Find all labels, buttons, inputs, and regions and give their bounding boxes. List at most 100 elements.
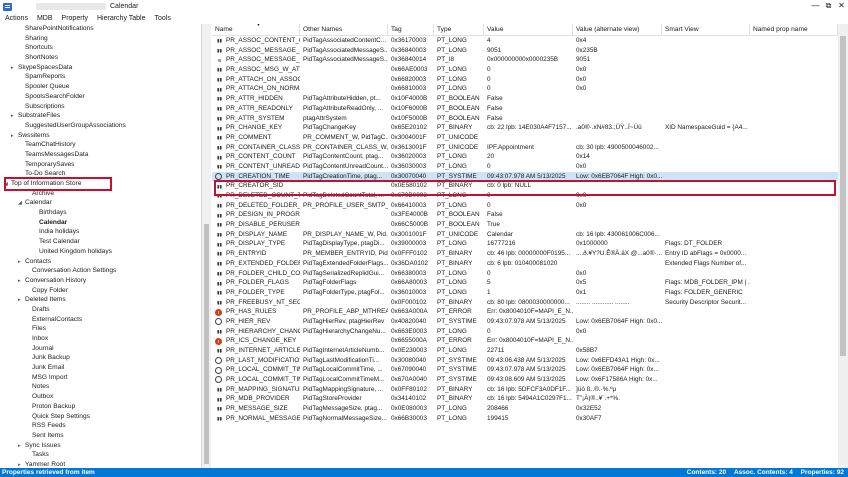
tree-item[interactable]: SpamReports [0, 72, 201, 82]
tree-item[interactable]: Calendar [0, 218, 201, 228]
tree-item[interactable]: SpoolsSearchFolder [0, 92, 201, 102]
col-header-smart-view[interactable]: Smart View [662, 24, 750, 35]
property-row[interactable]: ▮▮ PR_COMMENT PR_COMMENT_W, PidTagC... 0x30… [212, 133, 838, 143]
property-row[interactable]: PR_LOCAL_COMMIT_TIME PidTagLocalCommitTim… [212, 365, 838, 375]
tree-item[interactable]: Outbox [0, 392, 201, 402]
property-grid-scrollbar[interactable] [838, 24, 848, 468]
tree-item[interactable]: TeamsMessagesData [0, 150, 201, 160]
col-header-tag[interactable]: Tag [388, 24, 434, 35]
tree-item[interactable]: Journal [0, 344, 201, 354]
menu-property[interactable]: Property [62, 15, 88, 22]
property-row[interactable]: ! PR_ICS_CHANGE_KEY 0x6655000A PT_ERROR Err:… [212, 336, 838, 346]
expand-toggle-icon[interactable]: ▸ [18, 461, 25, 468]
property-row[interactable]: ▮▮ PR_CONTAINER_CLASS PR_CONTAINER_CLASS_W… [212, 143, 838, 153]
property-row[interactable]: ▮▮ PR_HIERARCHY_CHANG... PidTagHierarchyCh… [212, 327, 838, 337]
tree-item[interactable]: SharePointNotifications [0, 24, 201, 34]
tree-item[interactable]: Junk Backup [0, 353, 201, 363]
property-row[interactable]: PR_HIER_REV PidTagHierRev, ptagHierRev 0x4… [212, 317, 838, 327]
property-row[interactable]: ▮▮ PR_ASSOC_MSG_W_ATT... 0x66AE0003 PT_LONG… [212, 65, 838, 75]
tree-item[interactable]: Conversation Action Settings [0, 266, 201, 276]
property-row[interactable]: ▮▮ PR_ATTR_SYSTEM ptagAttrSystem 0x10F5000B… [212, 114, 838, 124]
property-row[interactable]: ▮▮ PR_EXTENDED_FOLDER_...PidTagExtendedFo… [212, 259, 838, 269]
col-header-other-names[interactable]: Other Names [300, 24, 388, 35]
property-row[interactable]: ▮▮ PR_ASSOC_CONTENT_C...PidTagAssociatedC… [212, 36, 838, 46]
property-grid-scroll-thumb[interactable] [840, 36, 846, 356]
property-row[interactable]: ▮▮ PR_DELETED_FOLDER_C...PR_PROFILE_USER_… [212, 201, 838, 211]
tree-item[interactable]: India holidays [0, 227, 201, 237]
folder-tree[interactable]: SharePointNotifications Sharing Shortcuts S… [0, 24, 202, 468]
tree-item[interactable]: Notes [0, 382, 201, 392]
property-row[interactable]: ▮▮ PR_MDB_PROVIDER PidTagStoreProvider 0x34… [212, 394, 838, 404]
restore-button[interactable]: ⧉ [822, 0, 835, 13]
menu-hierarchy-table[interactable]: Hierarchy Table [97, 15, 146, 22]
tree-item[interactable]: Files [0, 324, 201, 334]
tree-item[interactable]: TeamChatHistory [0, 140, 201, 150]
property-row[interactable]: ▮▮ PR_FREEBUSY_NT_SECU... 0x0F000102 PT_BIN… [212, 298, 838, 308]
tree-item[interactable]: TemporarySaves [0, 160, 201, 170]
property-row[interactable]: PR_LOCAL_COMMIT_TIME...PidTagLocalCommit… [212, 375, 838, 385]
tree-item[interactable]: Spooler Queue [0, 82, 201, 92]
menu-mdb[interactable]: MDB [37, 15, 53, 22]
tree-item[interactable]: Test Calendar [0, 237, 201, 247]
property-row[interactable]: ▮▮ PR_DISPLAY_TYPE PidTagDisplayType, ptag… [212, 239, 838, 249]
property-row[interactable]: ▮▮ PR_ATTACH_ON_ASSOC... 0x66820003 PT_LONG… [212, 75, 838, 85]
tree-item[interactable]: Copy Folder [0, 286, 201, 296]
tree-item[interactable]: Sharing [0, 34, 201, 44]
property-row[interactable]: ▮▮ PR_CONTENT_UNREAD PidTagContentUnreadCo… [212, 162, 838, 172]
tree-item[interactable]: ▸ Contacts [0, 257, 201, 267]
tree-item[interactable]: ShortNotes [0, 53, 201, 63]
tree-item[interactable]: ExternalContacts [0, 315, 201, 325]
tree-item[interactable]: Subscriptions [0, 102, 201, 112]
property-row[interactable]: ▮▮ PR_CHANGE_KEY PidTagChangeKey 0x65E20102… [212, 123, 838, 133]
tree-item[interactable]: Quick Step Settings [0, 412, 201, 422]
tree-item[interactable]: Proton Backup [0, 402, 201, 412]
tree-item[interactable]: ◢ Calendar [0, 198, 201, 208]
tree-item[interactable]: ▸ Yammer Root [0, 460, 201, 468]
col-header-type[interactable]: Type [434, 24, 484, 35]
tree-item[interactable]: Inbox [0, 334, 201, 344]
menu-tools[interactable]: Tools [155, 15, 171, 22]
tree-item[interactable]: SuggestedUserGroupAssociations [0, 121, 201, 131]
tree-item[interactable]: Tasks [0, 450, 201, 460]
tree-item[interactable]: ▸ Conversation History [0, 276, 201, 286]
property-row[interactable]: PR_LAST_MODIFICATIO... PidTagLastModifica… [212, 356, 838, 366]
tree-item[interactable]: ▸ SubstrateFiles [0, 111, 201, 121]
col-header-value[interactable]: Value [484, 24, 573, 35]
property-row[interactable]: ▮▮ PR_ATTR_HIDDEN PidTagAttributeHidden, p… [212, 94, 838, 104]
property-row[interactable]: ▮▮ PR_MESSAGE_SIZE PidTagMessageSize, ptag… [212, 404, 838, 414]
property-row[interactable]: ▮▮ PR_FOLDER_CHILD_COU...PidTagSerialized… [212, 269, 838, 279]
folder-tree-scrollbar[interactable] [202, 24, 211, 468]
minimize-button[interactable]: — [809, 0, 822, 13]
property-row[interactable]: ▮▮ PR_CONTENT_COUNT PidTagContentCount, pt… [212, 152, 838, 162]
tree-item[interactable]: Birthdays [0, 208, 201, 218]
property-row[interactable]: ▮▮ PR_DISPLAY_NAME PR_DISPLAY_NAME_W, Pid.… [212, 230, 838, 240]
tree-item[interactable]: RSS Feeds [0, 421, 201, 431]
property-row[interactable]: I8 PR_ASSOC_MESSAGE_SIZEPidTagAssociatedM… [212, 55, 838, 65]
tree-item[interactable]: Junk Email [0, 363, 201, 373]
property-row[interactable]: ▮▮ PR_FOLDER_TYPE PidTagFolderType, ptagFo… [212, 288, 838, 298]
tree-item[interactable]: ▸ Sync Issues [0, 441, 201, 451]
col-header-named-prop[interactable]: Named prop name [750, 24, 838, 35]
property-row[interactable]: ▮▮ PR_INTERNET_ARTICLE_...PidTagInternetA… [212, 346, 838, 356]
property-row[interactable]: ! PR_HAS_RULES PR_PROFILE_ABP_MTHREA... 0x6… [212, 307, 838, 317]
property-row[interactable]: ▮▮ PR_FOLDER_FLAGS PidTagFolderFlags 0x66A8… [212, 278, 838, 288]
col-header-value-alt[interactable]: Value (alternate view) [573, 24, 662, 35]
property-row[interactable]: ▮▮ PR_ENTRYID PR_MEMBER_ENTRYID, Pid... 0x0… [212, 249, 838, 259]
tree-item[interactable]: United Kingdom holidays [0, 247, 201, 257]
tree-item[interactable]: MSG Import [0, 373, 201, 383]
property-row[interactable]: ▮▮ PR_NORMAL_MESSAGE_...PidTagNormalMessa… [212, 414, 838, 424]
property-row[interactable]: ▮▮ PR_DISABLE_PERUSER_R... 0x66C5000B PT_BO… [212, 220, 838, 230]
tree-item[interactable]: ▸ Swssitems [0, 131, 201, 141]
tree-item[interactable]: Drafts [0, 305, 201, 315]
folder-tree-scroll-thumb[interactable] [204, 224, 209, 464]
tree-item[interactable]: Shortcuts [0, 43, 201, 53]
menu-actions[interactable]: Actions [5, 15, 28, 22]
tree-item[interactable]: Sent Items [0, 431, 201, 441]
tree-item[interactable]: ▸ Deleted Items [0, 295, 201, 305]
property-row[interactable]: ▮▮ PR_DESIGN_IN_PROGRE... 0x3FE4000B PT_BOO… [212, 210, 838, 220]
property-row[interactable]: ▮▮ PR_ASSOC_MESSAGE_SI...PidTagAssociated… [212, 46, 838, 56]
property-row[interactable]: ▮▮ PR_ATTR_READONLY PidTagAttributeReadOnl… [212, 104, 838, 114]
tree-item[interactable]: ▸ SkypeSpacesData [0, 63, 201, 73]
close-button[interactable]: ✕ [835, 0, 848, 13]
property-row[interactable]: ▮▮ PR_ATTACH_ON_NORM... 0x66810003 PT_LONG 0… [212, 84, 838, 94]
